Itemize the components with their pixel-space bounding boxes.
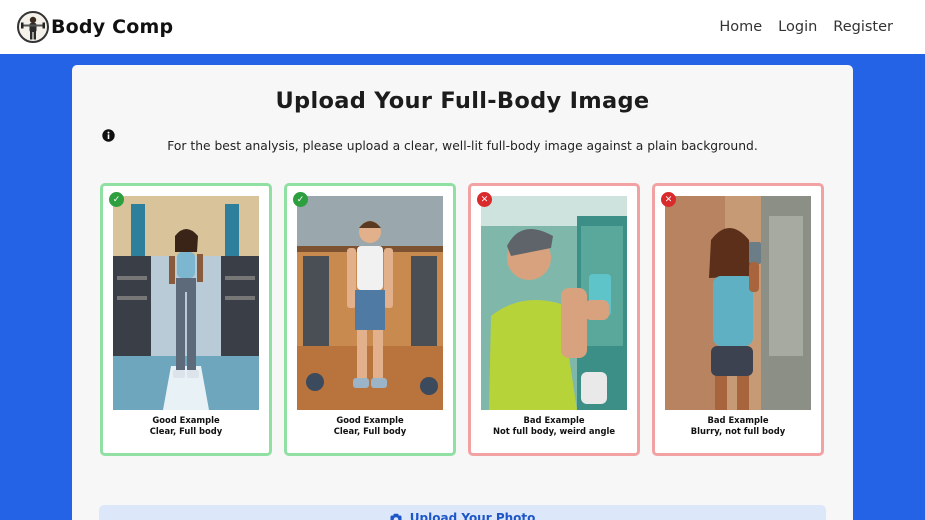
- intro-text: For the best analysis, please upload a c…: [167, 139, 758, 153]
- nav-register[interactable]: Register: [833, 19, 893, 35]
- example-caption: Clear, Full body: [333, 426, 407, 436]
- example-image: [481, 196, 627, 410]
- logo: [17, 11, 49, 43]
- upload-photo-button[interactable]: Upload Your Photo: [99, 505, 826, 520]
- nav-home[interactable]: Home: [719, 19, 762, 35]
- brand-name: Body Comp: [51, 16, 174, 38]
- upload-label: Upload Your Photo: [409, 511, 536, 520]
- x-icon: ✕: [661, 192, 676, 207]
- example-card-good-2: ✓ Good Example Clear, Full body: [284, 183, 456, 456]
- example-card-bad-1: ✕ Bad Example Not full body, weird angle: [468, 183, 640, 456]
- example-image: [665, 196, 811, 410]
- upload-card: Upload Your Full-Body Image For the best…: [72, 65, 853, 520]
- navbar: Body Comp Home Login Register: [0, 0, 925, 54]
- example-card-good-1: ✓ Good Example Clear, Full body: [100, 183, 272, 456]
- check-icon: ✓: [109, 192, 124, 207]
- example-title: Good Example: [152, 415, 220, 425]
- example-image: [297, 196, 443, 410]
- camera-icon: [390, 513, 402, 520]
- nav-links: Home Login Register: [719, 0, 893, 54]
- x-icon: ✕: [477, 192, 492, 207]
- example-title: Good Example: [336, 415, 404, 425]
- example-card-bad-2: ✕ Bad Example Blurry, not full body: [652, 183, 824, 456]
- page-title: Upload Your Full-Body Image: [275, 88, 650, 114]
- brand[interactable]: Body Comp: [17, 11, 173, 43]
- example-title: Bad Example: [523, 415, 585, 425]
- example-caption: Blurry, not full body: [690, 426, 786, 436]
- example-title: Bad Example: [707, 415, 769, 425]
- nav-login[interactable]: Login: [778, 19, 817, 35]
- example-image: [113, 196, 259, 410]
- example-caption: Clear, Full body: [149, 426, 223, 436]
- check-icon: ✓: [293, 192, 308, 207]
- example-caption: Not full body, weird angle: [492, 426, 616, 436]
